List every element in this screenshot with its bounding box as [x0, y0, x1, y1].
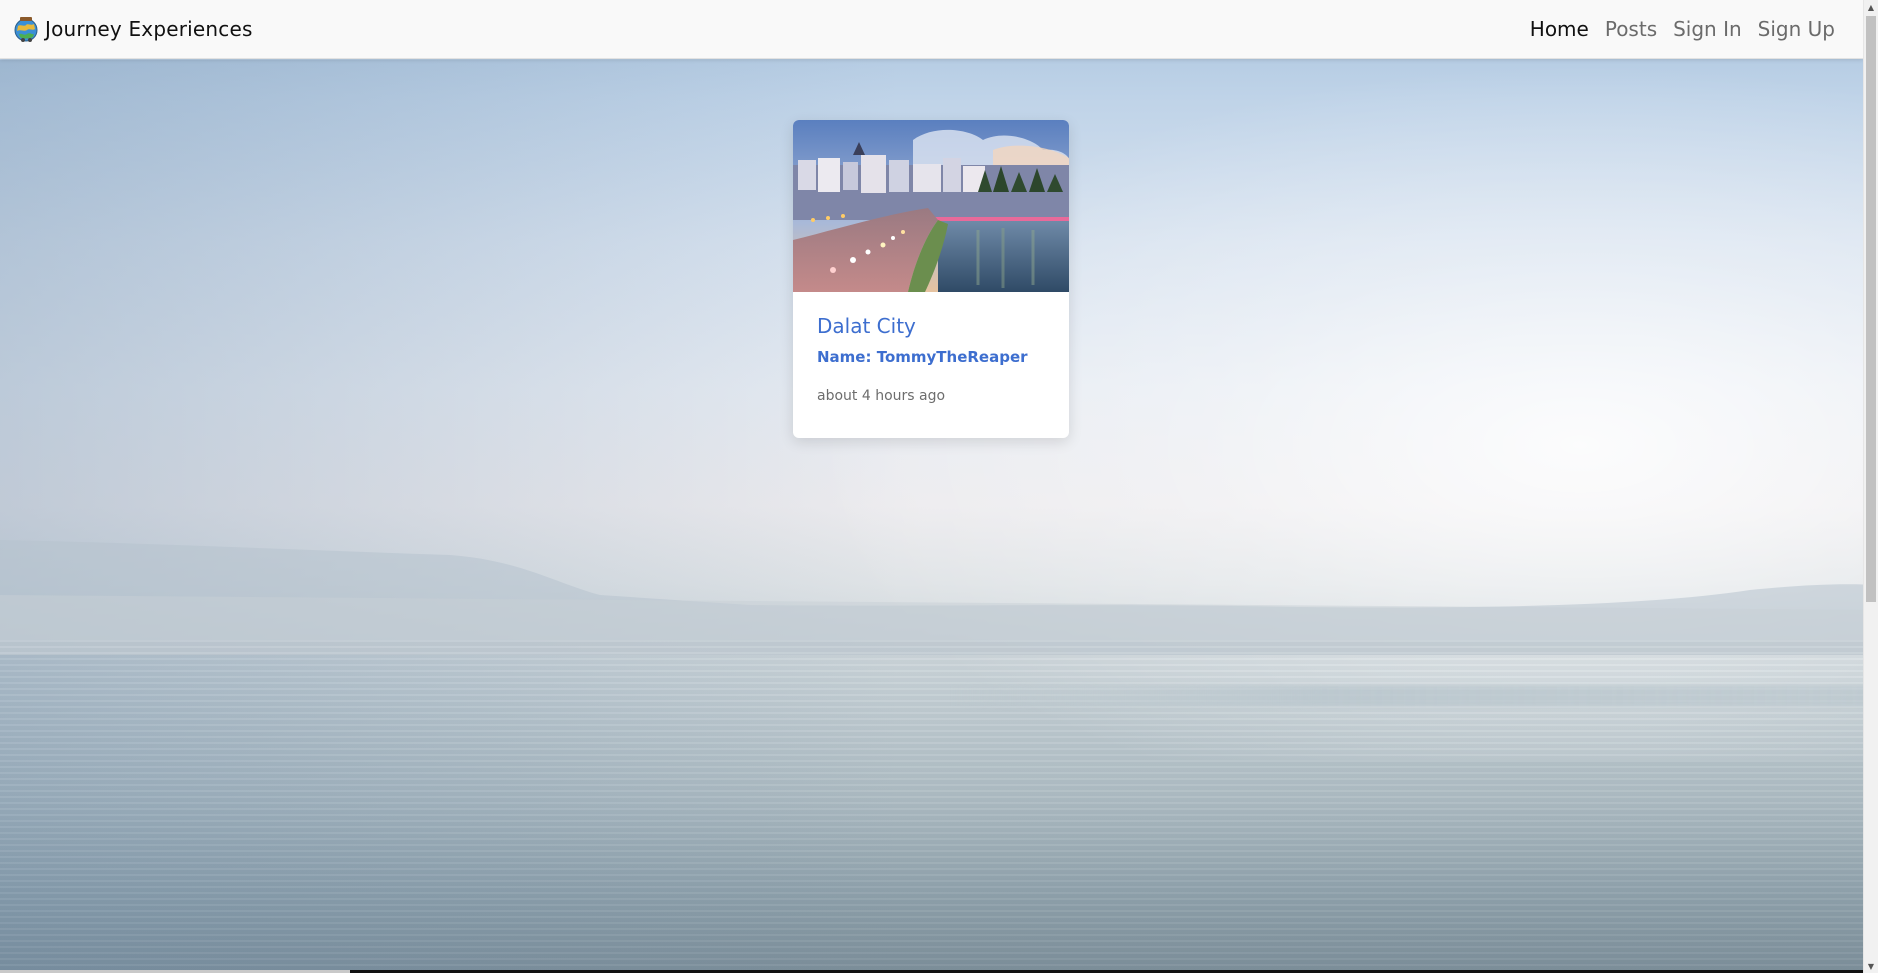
page: Journey Experiences Home Posts Sign In S…: [0, 0, 1878, 973]
nav-link-home[interactable]: Home: [1522, 17, 1597, 41]
nav-link-sign-in[interactable]: Sign In: [1665, 17, 1750, 41]
navbar: Journey Experiences Home Posts Sign In S…: [0, 0, 1863, 59]
scroll-thumb[interactable]: [1866, 16, 1876, 602]
background-streak: [950, 686, 1878, 706]
post-card[interactable]: Dalat City Name: TommyTheReaper about 4 …: [793, 120, 1069, 438]
nav-link-sign-up[interactable]: Sign Up: [1750, 17, 1843, 41]
post-title[interactable]: Dalat City: [817, 314, 1045, 338]
post-timestamp: about 4 hours ago: [817, 388, 946, 404]
scroll-up-arrow-icon[interactable]: ▲: [1864, 0, 1878, 14]
post-author: Name: TommyTheReaper: [817, 348, 1028, 366]
background-hills: [0, 540, 1878, 655]
brand[interactable]: Journey Experiences: [12, 15, 253, 43]
post-card-body: Dalat City Name: TommyTheReaper about 4 …: [793, 292, 1069, 404]
post-thumbnail[interactable]: [793, 120, 1069, 292]
vertical-scrollbar[interactable]: ▲ ▼: [1863, 0, 1878, 973]
globe-logo-icon: [14, 17, 38, 42]
brand-name: Journey Experiences: [45, 17, 253, 41]
nav-link-posts[interactable]: Posts: [1597, 17, 1665, 41]
nav-links: Home Posts Sign In Sign Up: [1522, 17, 1843, 41]
scroll-down-arrow-icon[interactable]: ▼: [1864, 959, 1878, 973]
